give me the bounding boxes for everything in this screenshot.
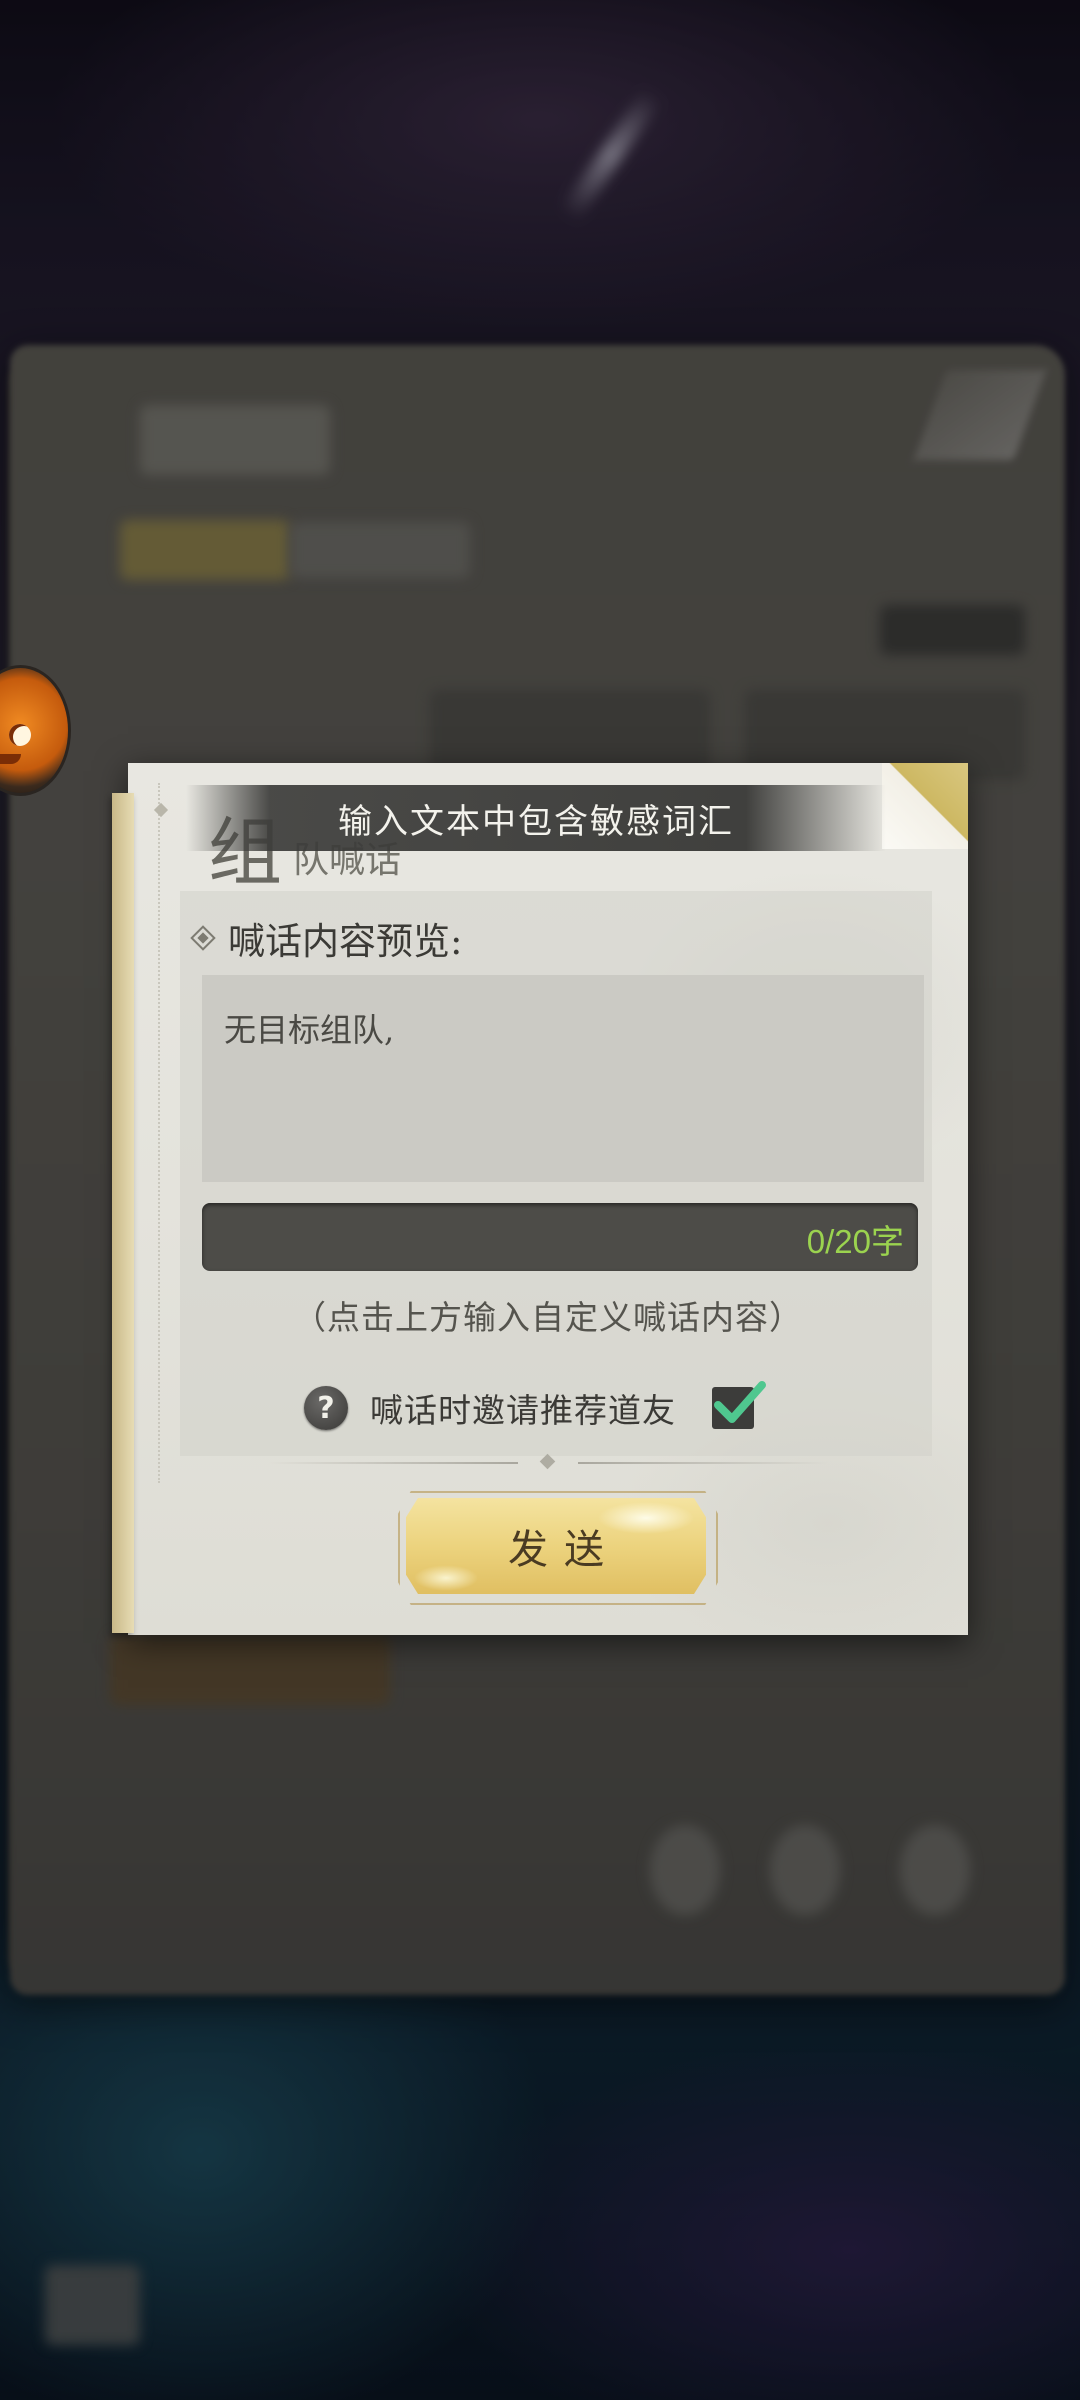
custom-shout-input[interactable]: 0/20字 [202, 1203, 918, 1271]
dialog-page-edge [112, 793, 134, 1633]
title-ornament-icon [153, 802, 169, 818]
warning-text: 输入文本中包含敏感词汇 [338, 801, 734, 842]
divider-diamond-icon [539, 1453, 556, 1470]
page-corner-fold [882, 763, 968, 849]
diamond-bullet-icon [190, 925, 216, 951]
sensitive-word-warning-toast: 输入文本中包含敏感词汇 [186, 785, 886, 851]
invite-checkbox[interactable] [712, 1381, 766, 1429]
send-button[interactable]: 发送 [406, 1498, 706, 1594]
input-hint: （点击上方输入自定义喊话内容） [293, 1298, 803, 1337]
divider-line-right [578, 1462, 828, 1464]
help-icon[interactable]: ? [304, 1386, 348, 1430]
char-count: 0/20字 [806, 1223, 904, 1260]
section-divider [268, 1453, 828, 1473]
send-button-label: 发送 [508, 1527, 620, 1573]
avatar-eye [9, 724, 31, 746]
invite-option-row: ? 喊话时邀请推荐道友 [304, 1380, 766, 1436]
preview-label: 喊话内容预览: [190, 911, 463, 965]
preview-box: 无目标组队, [202, 975, 924, 1182]
invite-label: 喊话时邀请推荐道友 [370, 1391, 676, 1430]
checkmark-icon [714, 1381, 766, 1423]
preview-text: 无目标组队, [224, 1011, 395, 1049]
dialog-stitch-line [158, 783, 160, 1483]
team-shout-dialog: 组 队喊话 喊话内容预览: 无目标组队, 0/20字 （点击上方输入自定义喊话内… [112, 763, 968, 1635]
avatar-mouth [0, 754, 21, 764]
preview-label-text: 喊话内容预览: [228, 920, 463, 963]
divider-line-left [268, 1462, 518, 1464]
